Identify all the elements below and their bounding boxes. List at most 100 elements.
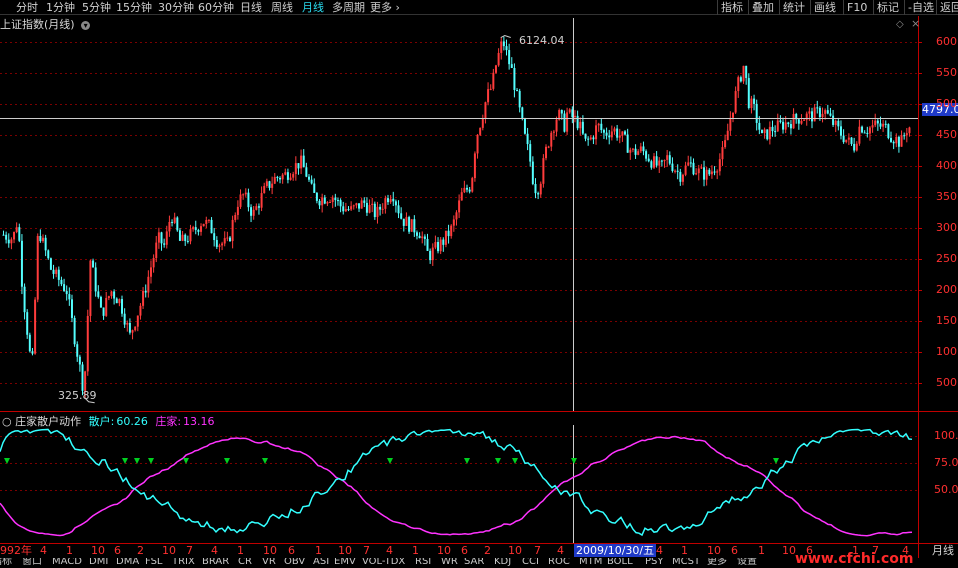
period-tab-8[interactable]: 月线 bbox=[302, 0, 324, 15]
indicator-tab-14[interactable]: RSI bbox=[415, 558, 431, 568]
candle-body bbox=[70, 299, 73, 318]
candle-body bbox=[34, 299, 37, 354]
candle-body bbox=[279, 177, 282, 180]
indicator-tab-2[interactable]: MACD bbox=[52, 558, 82, 568]
candle-body bbox=[555, 119, 558, 132]
indicator-tab-4[interactable]: DMA bbox=[116, 558, 139, 568]
indicator-tab-15[interactable]: WR bbox=[441, 558, 458, 568]
period-tab-0[interactable]: 分时 bbox=[16, 0, 38, 15]
candle-body bbox=[444, 230, 447, 245]
time-tick-label: 7 bbox=[186, 544, 193, 557]
toolbar-separator bbox=[717, 0, 718, 15]
candle-body bbox=[28, 334, 31, 352]
indicator-tab-25[interactable]: 设置 bbox=[737, 558, 757, 568]
indicator-tab-1[interactable]: 窗口 bbox=[22, 558, 42, 568]
candle-body bbox=[439, 239, 442, 252]
candle-body bbox=[342, 206, 345, 212]
indicator-tab-19[interactable]: ROC bbox=[548, 558, 570, 568]
indicator-tab-18[interactable]: CCI bbox=[522, 558, 539, 568]
candle-body bbox=[811, 111, 814, 122]
candle-body bbox=[679, 171, 682, 182]
indicator-tab-16[interactable]: SAR bbox=[464, 558, 484, 568]
candle-body bbox=[118, 299, 121, 304]
period-tab-3[interactable]: 15分钟 bbox=[116, 0, 152, 15]
sanhu-label: 散户: bbox=[88, 415, 115, 428]
candle-body bbox=[160, 232, 163, 244]
candle-body bbox=[855, 143, 858, 151]
zhuangjia-value: 13.16 bbox=[183, 415, 215, 428]
toolbar-button-2[interactable]: 统计 bbox=[783, 0, 805, 15]
period-tab-10[interactable]: 更多 › bbox=[370, 0, 400, 15]
time-tick-label: 1 bbox=[681, 544, 688, 557]
indicator-tab-0[interactable]: 指标 bbox=[0, 558, 12, 568]
candle-body bbox=[545, 146, 548, 159]
candle-body bbox=[247, 192, 250, 208]
diamond-icon[interactable]: ◇ bbox=[896, 18, 904, 31]
toolbar-button-3[interactable]: 画线 bbox=[814, 0, 836, 15]
period-tab-1[interactable]: 1分钟 bbox=[46, 0, 75, 15]
indicator-tab-21[interactable]: BOLL bbox=[607, 558, 633, 568]
indicator-tab-6[interactable]: TRIX bbox=[172, 558, 195, 568]
close-icon[interactable]: × bbox=[911, 17, 920, 30]
candle-body bbox=[695, 173, 698, 175]
period-tab-9[interactable]: 多周期 bbox=[332, 0, 365, 15]
indicator-tab-9[interactable]: VR bbox=[262, 558, 276, 568]
candle-body bbox=[900, 135, 903, 147]
candle-body bbox=[887, 124, 890, 138]
candle-body bbox=[563, 113, 566, 132]
candle-body bbox=[73, 317, 76, 345]
indicator-tab-3[interactable]: DMI bbox=[89, 558, 108, 568]
indicator-tab-11[interactable]: ASI bbox=[313, 558, 329, 568]
candle-body bbox=[236, 206, 239, 215]
candle-body bbox=[502, 41, 505, 47]
chevron-down-icon[interactable]: ▾ bbox=[81, 20, 91, 30]
indicator-name[interactable]: 庄家散户动作 bbox=[15, 415, 81, 428]
indicator-tab-7[interactable]: BRAR bbox=[202, 558, 229, 568]
time-tick-label: 6 bbox=[288, 544, 295, 557]
candle-body bbox=[713, 171, 716, 173]
toolbar-button-4[interactable]: F10 bbox=[847, 0, 867, 15]
candle-body bbox=[510, 64, 513, 68]
toolbar-button-0[interactable]: 指标 bbox=[721, 0, 743, 15]
indicator-tab-22[interactable]: PSY bbox=[645, 558, 664, 568]
candle-body bbox=[602, 130, 605, 133]
candle-body bbox=[394, 201, 397, 206]
candle-body bbox=[300, 155, 303, 169]
collapse-icon[interactable]: ○ bbox=[2, 415, 12, 428]
candle-body bbox=[613, 128, 616, 132]
period-tab-5[interactable]: 60分钟 bbox=[198, 0, 234, 15]
indicator-header: ○ 庄家散户动作 散户: 60.26 庄家: 13.16 bbox=[2, 415, 215, 428]
candle-body bbox=[500, 41, 503, 53]
toolbar-button-5[interactable]: 标记 bbox=[877, 0, 899, 15]
toolbar-button-7[interactable]: 返回 bbox=[940, 0, 958, 15]
period-tab-2[interactable]: 5分钟 bbox=[82, 0, 111, 15]
period-tab-6[interactable]: 日线 bbox=[240, 0, 262, 15]
candle-body bbox=[178, 230, 181, 241]
period-tab-7[interactable]: 周线 bbox=[271, 0, 293, 15]
indicator-tab-10[interactable]: OBV bbox=[284, 558, 305, 568]
toolbar-button-1[interactable]: 叠加 bbox=[752, 0, 774, 15]
candle-body bbox=[265, 181, 268, 186]
candle-body bbox=[78, 356, 81, 365]
indicator-tab-20[interactable]: MTM bbox=[579, 558, 602, 568]
indicator-tab-12[interactable]: EMV bbox=[334, 558, 356, 568]
time-tick-label: 992年 bbox=[0, 544, 32, 557]
candle-body bbox=[716, 171, 719, 173]
toolbar-button-6[interactable]: -自选 bbox=[908, 0, 934, 15]
candle-body bbox=[566, 112, 569, 132]
period-tab-4[interactable]: 30分钟 bbox=[158, 0, 194, 15]
indicator-tab-23[interactable]: MCST bbox=[672, 558, 700, 568]
candle-body bbox=[652, 156, 655, 168]
indicator-tab-13[interactable]: VOL-TDX bbox=[362, 558, 405, 568]
signal-marker bbox=[512, 458, 518, 464]
indicator-tick-label: 50.0 bbox=[934, 483, 958, 496]
indicator-tab-8[interactable]: CR bbox=[238, 558, 252, 568]
indicator-tab-5[interactable]: FSL bbox=[145, 558, 163, 568]
candle-body bbox=[318, 200, 321, 206]
price-tick-label: 550 bbox=[936, 66, 957, 79]
candle-body bbox=[297, 163, 300, 169]
indicator-tab-17[interactable]: KDJ bbox=[494, 558, 511, 568]
stock-chart[interactable] bbox=[0, 16, 958, 558]
watermark: www.cfchi.com bbox=[795, 551, 914, 567]
indicator-tab-24[interactable]: 更多 bbox=[707, 558, 727, 568]
